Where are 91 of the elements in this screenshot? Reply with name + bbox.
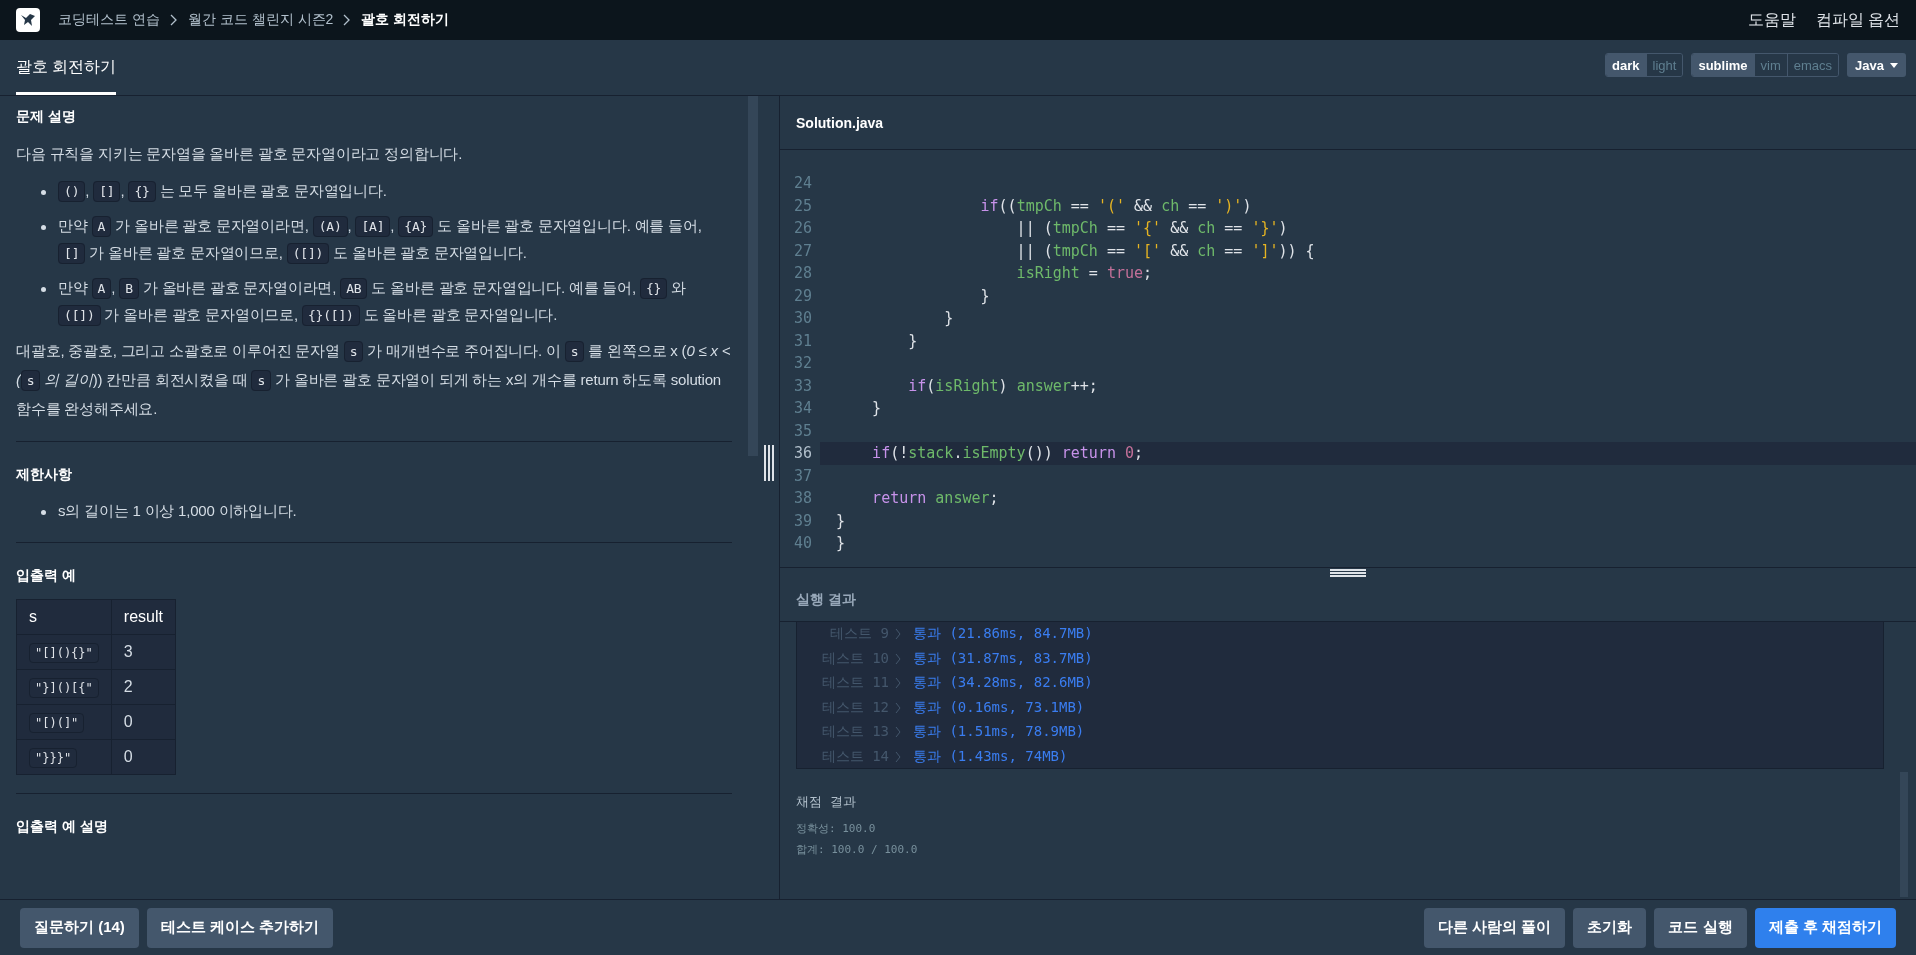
line-number: 29	[792, 286, 812, 305]
chevron-icon	[343, 14, 352, 26]
line-number: 34	[792, 399, 812, 418]
section-heading: 입출력 예 설명	[16, 818, 109, 836]
chevron-icon	[895, 628, 901, 641]
bullet-icon	[41, 287, 46, 292]
nav-link[interactable]: 컴파일 옵션	[1815, 9, 1900, 31]
score-line: 정확성: 100.0	[796, 821, 877, 836]
line-number: 27	[792, 241, 812, 260]
scrollbar-thumb[interactable]	[748, 96, 758, 456]
line-number: 25	[792, 196, 812, 215]
chevron-icon	[169, 14, 178, 26]
list-item-text: 만약 A , B 가 올바른 괄호 문자열이라면, AB 도 올바른 괄호 문자열입니다. 예를 들어, {} 와 ([]) 가 올바른 괄호 문자열이므로, {}([]) 도 올바른 괄호 문자열입니다.	[58, 275, 732, 329]
table-cell: "}}}"	[16, 739, 112, 775]
footer-button[interactable]: 코드 실행	[1654, 907, 1747, 948]
chevron-icon	[895, 677, 901, 690]
line-number: 28	[792, 264, 812, 283]
line-number: 39	[792, 511, 812, 530]
line-number: 30	[792, 309, 812, 328]
file-name: Solution.java	[796, 114, 884, 131]
chevron-icon	[895, 750, 901, 763]
table-cell: 0	[111, 704, 176, 740]
chevron-icon	[895, 701, 901, 714]
nav-link[interactable]: 도움말	[1747, 9, 1796, 31]
footer-button[interactable]: 질문하기 (14)	[20, 907, 139, 948]
test-result: 통과 (1.43ms, 74MB)	[913, 747, 1068, 766]
footer-button[interactable]: 테스트 케이스 추가하기	[146, 907, 334, 948]
test-result: 통과 (21.86ms, 84.7MB)	[913, 625, 1093, 644]
table-cell: 0	[111, 739, 176, 775]
line-number: 33	[792, 376, 812, 395]
paragraph: 다음 규칙을 지키는 문자열을 올바른 괄호 문자열이라고 정의합니다.	[16, 144, 464, 164]
tab[interactable]: 괄호 회전하기	[16, 40, 117, 95]
chevron-icon	[895, 726, 901, 739]
breadcrumb-link[interactable]: 코딩테스트 연습	[58, 11, 160, 29]
list-item-text: s의 길이는 1 이상 1,000 이하입니다.	[58, 501, 297, 521]
list-item-text: () , [] , {} 는 모두 올바른 괄호 문자열입니다.	[58, 178, 387, 205]
code-line: }	[907, 330, 919, 352]
code-line: || (tmpCh == '{' && ch == '}')	[1015, 218, 1289, 240]
table-cell: 3	[111, 634, 176, 670]
bullet-icon	[41, 190, 46, 195]
code-line: }	[979, 285, 991, 307]
section-heading: 제한사항	[16, 466, 73, 484]
line-number: 37	[792, 466, 812, 485]
code-line: isRight = true;	[1015, 263, 1154, 285]
line-number: 31	[792, 331, 812, 350]
line-number: 24	[792, 174, 812, 193]
panel-title: 실행 결과	[796, 590, 856, 609]
theme-option[interactable]: dark	[1606, 54, 1646, 76]
table-cell: "}]()[{"	[16, 669, 112, 705]
submit-button[interactable]: 제출 후 채점하기	[1754, 907, 1896, 948]
line-number: 36	[792, 444, 812, 463]
test-result: 통과 (31.87ms, 83.7MB)	[913, 649, 1093, 668]
breadcrumb-link[interactable]: 괄호 회전하기	[361, 11, 450, 29]
language-dropdown[interactable]: Java	[1847, 53, 1906, 77]
section-heading: 입출력 예	[16, 567, 77, 585]
keymap-option[interactable]: sublime	[1692, 54, 1754, 76]
line-number: 35	[792, 421, 812, 440]
score-title: 채점 결과	[796, 793, 857, 811]
score-line: 합계: 100.0 / 100.0	[796, 842, 919, 857]
line-number: 26	[792, 219, 812, 238]
test-result: 통과 (0.16ms, 73.1MB)	[913, 698, 1085, 717]
test-result: 통과 (1.51ms, 78.9MB)	[913, 723, 1085, 742]
code-line: }	[871, 398, 883, 420]
footer-button[interactable]: 다른 사람의 풀이	[1424, 907, 1566, 948]
resize-handle-icon[interactable]	[763, 444, 774, 481]
table-cell: "[](){}"	[16, 634, 112, 670]
line-number: 40	[792, 534, 812, 553]
code-line: return answer;	[871, 488, 1000, 510]
bullet-icon	[41, 510, 46, 515]
list-item-text: 만약 A 가 올바른 괄호 문자열이라면, (A) , [A] , {A} 도 올바른 괄호 문자열입니다. 예를 들어, [] 가 올바른 괄호 문자열이므로, ([]) 도 올바른 괄호 문자열입니다.	[58, 213, 732, 267]
column-header: s	[16, 599, 112, 635]
line-number: 32	[792, 354, 812, 373]
code-line: if(isRight) answer++;	[907, 375, 1099, 397]
breadcrumb-link[interactable]: 월간 코드 챌린지 시즌2	[187, 11, 334, 29]
test-result: 통과 (34.28ms, 82.6MB)	[913, 674, 1093, 693]
chevron-icon	[895, 652, 901, 665]
section-heading: 문제 설명	[16, 108, 77, 126]
resize-handle-icon[interactable]	[1330, 569, 1366, 577]
code-line: if((tmpCh == '(' && ch == ')')	[979, 195, 1253, 217]
code-line: }	[835, 533, 847, 555]
table-cell: 2	[111, 669, 176, 705]
table-cell: "[)(]"	[16, 704, 112, 740]
line-number: 38	[792, 489, 812, 508]
column-header: result	[111, 599, 176, 635]
code-line: || (tmpCh == '[' && ch == ']')) {	[1015, 240, 1316, 262]
logo-icon[interactable]	[16, 8, 40, 32]
caret-icon	[1890, 62, 1898, 68]
code-line: }	[943, 308, 955, 330]
bullet-icon	[41, 225, 46, 230]
code-line: }	[835, 510, 847, 532]
footer-button[interactable]: 초기화	[1573, 907, 1647, 948]
